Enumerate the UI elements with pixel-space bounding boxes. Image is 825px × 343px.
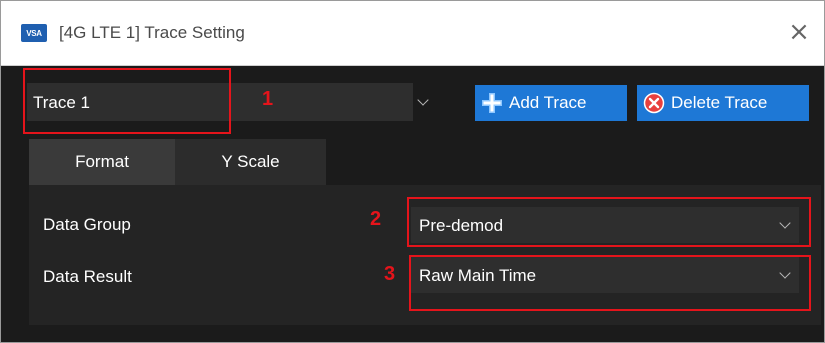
data-group-label: Data Group [43,215,131,234]
annotation-box-2 [407,197,811,247]
vsa-app-icon: VSA [21,24,47,42]
trace-setting-dialog: VSA [4G LTE 1] Trace Setting × Trace 1 A… [0,0,825,343]
tab-y-scale[interactable]: Y Scale [175,139,326,185]
window-title: [4G LTE 1] Trace Setting [59,23,245,42]
annotation-box-1 [23,68,231,134]
tab-format-label: Format [75,152,129,171]
tab-format[interactable]: Format [29,139,175,185]
plus-icon [482,93,502,113]
chevron-down-icon [417,94,429,106]
delete-circle-icon [643,92,665,114]
annotation-number-2: 2 [370,208,382,230]
delete-trace-button[interactable]: Delete Trace [637,85,809,121]
annotation-number-3: 3 [384,263,396,285]
close-button[interactable]: × [786,19,812,45]
close-icon: × [788,17,810,47]
add-trace-label: Add Trace [509,93,587,112]
data-result-label: Data Result [43,267,132,286]
annotation-number-1: 1 [262,88,274,110]
title-bar: VSA [4G LTE 1] Trace Setting × [1,1,824,66]
annotation-box-3 [409,255,811,311]
tab-y-scale-label: Y Scale [221,152,280,171]
delete-trace-label: Delete Trace [671,93,768,112]
add-trace-button[interactable]: Add Trace [475,85,627,121]
